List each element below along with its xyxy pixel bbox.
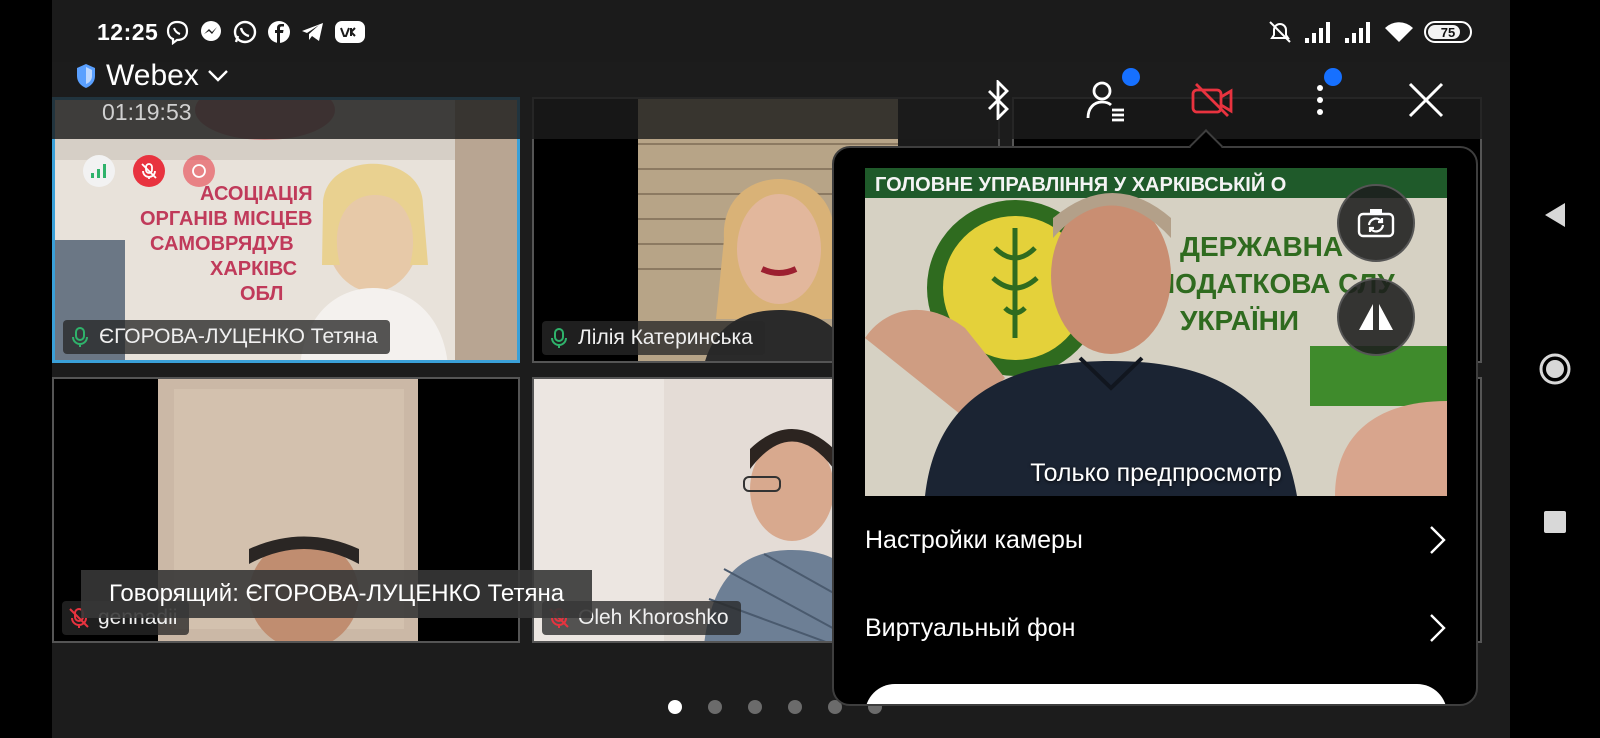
status-bar: 12:25 75: [52, 0, 1510, 62]
notification-badge: [1324, 68, 1342, 86]
app-name: Webex: [106, 59, 199, 92]
back-button[interactable]: [1538, 198, 1572, 232]
page-dot[interactable]: [708, 700, 722, 714]
page-dot[interactable]: [748, 700, 762, 714]
battery-indicator: 75: [1424, 21, 1472, 43]
signal-icon: [1305, 22, 1330, 43]
notification-badge: [1122, 68, 1140, 86]
home-icon: [1539, 353, 1571, 385]
back-icon: [1545, 203, 1565, 227]
sign-heading: ГОЛОВНЕ УПРАВЛІННЯ У ХАРКІВСЬКІЙ О: [875, 172, 1286, 196]
camera-off-icon: [1191, 83, 1233, 117]
meeting-title-dropdown[interactable]: Webex: [74, 59, 229, 93]
mirror-icon: [1359, 304, 1393, 330]
chevron-right-icon: [1430, 614, 1446, 642]
more-options-button[interactable]: [1294, 68, 1346, 126]
sign-line: ДЕРЖАВНА: [1180, 231, 1343, 262]
recents-button[interactable]: [1538, 505, 1572, 539]
camera-settings-item[interactable]: Настройки камеры: [865, 510, 1447, 570]
record-icon: [192, 164, 206, 178]
chevron-down-icon: [207, 70, 228, 82]
bluetooth-button[interactable]: [972, 74, 1024, 126]
preview-only-label: Только предпросмотр: [1030, 459, 1282, 487]
mic-off-icon: [141, 163, 157, 179]
participant-name-tag: ЄГОРОВА-ЛУЦЕНКО Тетяна: [63, 320, 390, 354]
participant-name: Лілія Катеринська: [578, 326, 753, 349]
svg-text:ОРГАНІВ МІСЦЕВ: ОРГАНІВ МІСЦЕВ: [140, 208, 312, 230]
chevron-right-icon: [1430, 526, 1446, 554]
close-button[interactable]: [1400, 74, 1452, 126]
webex-app: 12:25 75 АСОЦІАЦІЯ ОРГАНІВ МІСЦЕВ САМОВР…: [52, 0, 1510, 738]
clock: 12:25: [97, 19, 159, 45]
self-video-preview: ГОЛОВНЕ УПРАВЛІННЯ У ХАРКІВСЬКІЙ О ДЕРЖА…: [865, 168, 1447, 496]
svg-text:САМОВРЯДУВ: САМОВРЯДУВ: [150, 233, 294, 255]
camera-options-popup: ГОЛОВНЕ УПРАВЛІННЯ У ХАРКІВСЬКІЙ О ДЕРЖА…: [832, 146, 1478, 706]
active-speaker-banner: Говорящий: ЄГОРОВА-ЛУЦЕНКО Тетяна: [81, 570, 593, 618]
vk-icon: [335, 21, 365, 43]
network-quality-indicator: [83, 155, 115, 187]
page-dot[interactable]: [668, 700, 682, 714]
page-dot[interactable]: [788, 700, 802, 714]
signal-icon: [1345, 22, 1370, 43]
mirror-video-button[interactable]: [1337, 278, 1415, 356]
participants-icon: [1086, 81, 1124, 122]
telegram-icon: [302, 23, 323, 41]
start-video-button[interactable]: [865, 684, 1447, 704]
virtual-background-item[interactable]: Виртуальный фон: [865, 598, 1447, 658]
camera-toggle-button[interactable]: [1186, 74, 1238, 126]
close-icon: [1408, 82, 1444, 118]
sign-line: УКРАЇНИ: [1180, 305, 1299, 336]
menu-item-label: Виртуальный фон: [865, 613, 1076, 642]
messenger-icon: [201, 21, 221, 41]
participants-button[interactable]: [1080, 68, 1140, 126]
more-vertical-icon: [1317, 85, 1323, 115]
mic-icon: [72, 327, 88, 347]
switch-camera-icon: [1357, 209, 1395, 238]
bluetooth-icon: [988, 80, 1009, 120]
svg-text:ХАРКІВС: ХАРКІВС: [210, 258, 297, 280]
mute-icon: [1269, 21, 1291, 43]
meeting-header: Webex 01:19:53: [52, 54, 1510, 139]
facebook-icon: [268, 21, 290, 43]
home-button[interactable]: [1538, 352, 1572, 386]
wifi-icon: [1385, 22, 1413, 42]
video-off-indicator: [183, 155, 215, 187]
signal-bars-icon: [91, 164, 106, 178]
android-navigation-bar: [1510, 0, 1600, 738]
recents-icon: [1544, 511, 1566, 533]
menu-item-label: Настройки камеры: [865, 525, 1083, 554]
mic-icon: [551, 328, 567, 348]
participant-name-tag: Лілія Катеринська: [542, 321, 765, 355]
whatsapp-icon: [233, 20, 257, 44]
participant-name: ЄГОРОВА-ЛУЦЕНКО Тетяна: [99, 325, 378, 348]
svg-text:ОБЛ: ОБЛ: [240, 283, 283, 305]
meeting-timer: 01:19:53: [102, 99, 192, 125]
shield-icon: [77, 64, 95, 88]
system-icons: 75: [1266, 18, 1472, 46]
svg-text:АСОЦІАЦІЯ: АСОЦІАЦІЯ: [200, 183, 313, 205]
viber-icon: [166, 20, 189, 45]
switch-camera-button[interactable]: [1337, 184, 1415, 262]
mic-muted-indicator: [133, 155, 165, 187]
participant-name: Oleh Khoroshko: [578, 606, 729, 629]
